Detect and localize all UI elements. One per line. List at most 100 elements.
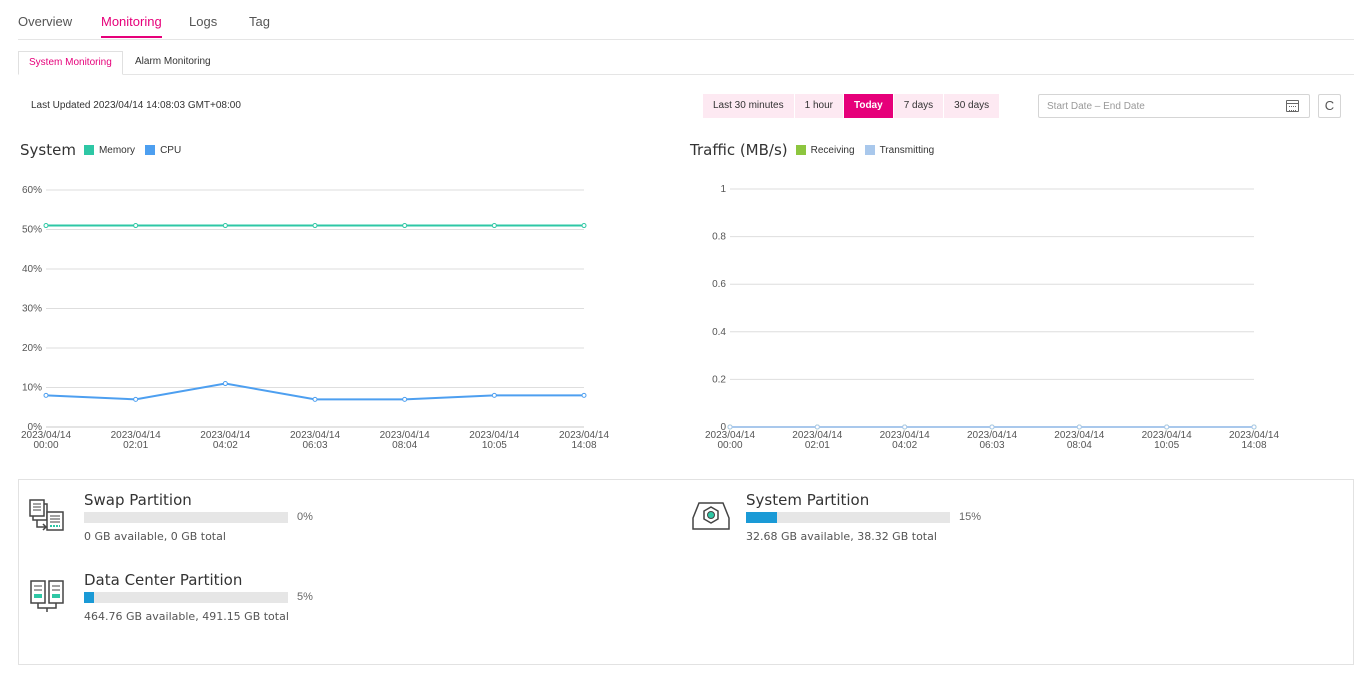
data-center-partition-icon (29, 571, 71, 622)
system-chart-point-memory (312, 223, 318, 229)
legend-receiving[interactable]: Receiving (795, 144, 855, 156)
range-last-30-minutes-button[interactable]: Last 30 minutes (703, 94, 795, 118)
legend-cpu-swatch (145, 145, 156, 155)
time-range-selector: Last 30 minutes 1 hour Today 7 days 30 d… (703, 94, 1001, 118)
system-chart-point-cpu (402, 396, 408, 402)
system-chart-xtick-label: 2023/04/14 06:03 (290, 430, 340, 451)
tab-logs[interactable]: Logs (189, 14, 217, 29)
system-chart-point-memory (222, 223, 228, 229)
data-center-partition-title: Data Center Partition (84, 571, 243, 589)
data-center-partition-percent: 5% (297, 591, 313, 603)
traffic-chart-header: Traffic (MB/s) Receiving Transmitting (690, 141, 944, 159)
system-chart-xtick-label: 2023/04/14 00:00 (21, 430, 71, 451)
traffic-chart-xtick-label: 2023/04/14 02:01 (792, 430, 842, 451)
legend-memory-label: Memory (98, 144, 136, 156)
system-chart-point-cpu (222, 381, 228, 387)
subtab-system-monitoring[interactable]: System Monitoring (18, 51, 123, 75)
system-chart-point-memory (581, 223, 587, 229)
date-range-input[interactable] (1039, 95, 1269, 117)
monitoring-subtabs: System Monitoring Alarm Monitoring (18, 51, 1354, 75)
traffic-chart-xtick-label: 2023/04/14 06:03 (967, 430, 1017, 451)
legend-memory[interactable]: Memory (83, 144, 136, 156)
swap-partition-detail: 0 GB available, 0 GB total (84, 530, 226, 543)
traffic-chart-ytick-label: 0.2 (712, 374, 726, 385)
system-chart-title: System (20, 141, 76, 159)
traffic-chart-ytick-label: 1 (720, 184, 726, 195)
system-chart-header: System Memory CPU (20, 141, 191, 159)
legend-memory-swatch (83, 145, 94, 155)
system-chart-point-cpu (312, 396, 318, 402)
tab-tag[interactable]: Tag (249, 14, 270, 29)
last-updated-value: 2023/04/14 14:08:03 GMT+08:00 (93, 100, 241, 111)
swap-partition-bar (84, 512, 288, 523)
legend-receiving-label: Receiving (810, 144, 855, 156)
system-chart-ytick-label: 20% (22, 343, 42, 354)
data-center-partition: Data Center Partition 5% 464.76 GB avail… (29, 571, 429, 631)
swap-partition-title: Swap Partition (84, 491, 192, 509)
traffic-chart-point-transmitting (1251, 424, 1257, 430)
traffic-chart-xtick-label: 2023/04/14 10:05 (1142, 430, 1192, 451)
system-partition-detail: 32.68 GB available, 38.32 GB total (746, 530, 937, 543)
traffic-chart-xtick-label: 2023/04/14 00:00 (705, 430, 755, 451)
range-30-days-button[interactable]: 30 days (944, 94, 1001, 118)
system-partition-bar-fill (746, 512, 777, 523)
traffic-chart-point-transmitting (989, 424, 995, 430)
traffic-chart-point-transmitting (1076, 424, 1082, 430)
last-updated: Last Updated 2023/04/14 14:08:03 GMT+08:… (31, 100, 241, 111)
partitions-panel: Swap Partition 0% 0 GB available, 0 GB t… (18, 479, 1354, 665)
system-partition-title: System Partition (746, 491, 870, 509)
traffic-chart-point-transmitting (814, 424, 820, 430)
traffic-chart: 00.20.40.60.812023/04/14 00:002023/04/14 0… (705, 184, 1279, 451)
system-chart-ytick-label: 30% (22, 304, 42, 315)
traffic-chart-xtick-label: 2023/04/14 14:08 (1229, 430, 1279, 451)
main-tabs: Overview Monitoring Logs Tag (18, 0, 1354, 40)
traffic-chart-point-transmitting (1164, 424, 1170, 430)
traffic-chart-ytick-label: 0.6 (712, 279, 726, 290)
system-chart-ytick-label: 60% (22, 185, 42, 196)
traffic-chart-xtick-label: 2023/04/14 04:02 (880, 430, 930, 451)
system-partition-percent: 15% (959, 511, 982, 523)
system-chart-point-memory (133, 223, 139, 229)
data-center-partition-bar (84, 592, 288, 603)
data-center-partition-bar-fill (84, 592, 95, 603)
system-chart-ytick-label: 40% (22, 264, 42, 275)
system-chart-point-cpu (581, 392, 587, 398)
system-chart-point-memory (491, 223, 497, 229)
subtab-alarm-monitoring[interactable]: Alarm Monitoring (125, 51, 221, 75)
tab-overview[interactable]: Overview (18, 14, 72, 29)
system-chart-xtick-label: 2023/04/14 04:02 (200, 430, 250, 451)
traffic-chart-point-transmitting (902, 424, 908, 430)
range-today-button[interactable]: Today (843, 94, 894, 118)
system-partition: System Partition 15% 32.68 GB available,… (691, 491, 1091, 551)
tab-monitoring[interactable]: Monitoring (101, 14, 162, 38)
legend-cpu[interactable]: CPU (145, 145, 181, 156)
system-partition-bar (746, 512, 950, 523)
system-chart-point-cpu (133, 396, 139, 402)
system-chart-point-memory (43, 223, 49, 229)
legend-receiving-swatch (795, 145, 806, 155)
traffic-chart-ytick-label: 0.4 (712, 327, 726, 338)
swap-partition-percent: 0% (297, 511, 313, 523)
system-chart-xtick-label: 2023/04/14 10:05 (469, 430, 519, 451)
system-chart-point-cpu (43, 392, 49, 398)
calendar-icon[interactable] (1286, 100, 1299, 112)
system-partition-icon (691, 491, 733, 542)
last-updated-label: Last Updated (31, 100, 91, 111)
legend-transmitting-label: Transmitting (879, 144, 935, 156)
legend-transmitting[interactable]: Transmitting (864, 144, 935, 156)
system-chart-ytick-label: 10% (22, 383, 42, 394)
system-chart-xtick-label: 2023/04/14 14:08 (559, 430, 609, 451)
traffic-chart-title: Traffic (MB/s) (690, 141, 788, 159)
refresh-button[interactable]: C (1318, 94, 1341, 118)
system-chart-xtick-label: 2023/04/14 02:01 (111, 430, 161, 451)
swap-partition: Swap Partition 0% 0 GB available, 0 GB t… (29, 491, 429, 551)
range-1-hour-button[interactable]: 1 hour (794, 94, 844, 118)
system-chart-ytick-label: 50% (22, 225, 42, 236)
range-7-days-button[interactable]: 7 days (893, 94, 945, 118)
system-chart-point-cpu (491, 392, 497, 398)
legend-cpu-label: CPU (160, 144, 182, 156)
traffic-chart-ytick-label: 0.8 (712, 232, 726, 243)
date-range-picker[interactable] (1038, 94, 1310, 118)
swap-partition-icon (29, 491, 71, 542)
system-chart-xtick-label: 2023/04/14 08:04 (380, 430, 430, 451)
